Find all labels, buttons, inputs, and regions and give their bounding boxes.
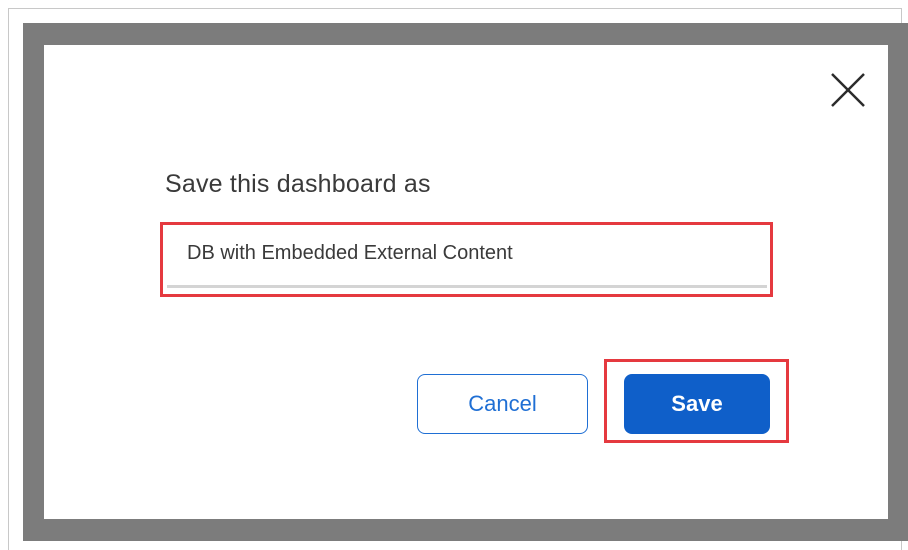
dashboard-name-input[interactable] xyxy=(167,228,767,288)
screen: Save this dashboard as Cancel Save xyxy=(0,0,908,550)
close-button[interactable] xyxy=(828,70,868,110)
save-button[interactable]: Save xyxy=(624,374,770,434)
dialog-title: Save this dashboard as xyxy=(165,170,431,198)
cancel-button[interactable]: Cancel xyxy=(417,374,588,434)
close-icon xyxy=(831,73,865,107)
